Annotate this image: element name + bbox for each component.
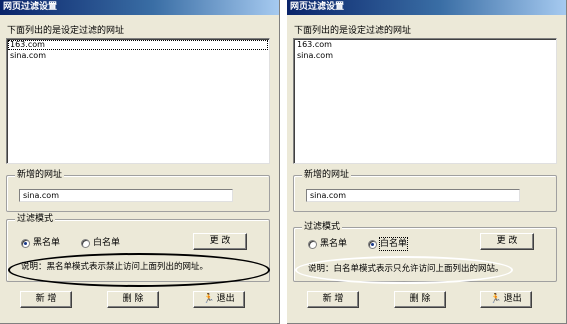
delete-button[interactable]: 删 除: [107, 291, 159, 308]
radio-whitelist[interactable]: 白名单: [81, 237, 120, 249]
filter-settings-dialog-blacklist: 网页过滤设置 下面列出的是设定过滤的网址 163.com sina.com 新增…: [0, 0, 280, 324]
radio-label: 黑名单: [33, 238, 61, 248]
exit-label: 退出: [216, 294, 235, 304]
group-title: 新增的网址: [302, 169, 352, 181]
dialog-title: 网页过滤设置: [287, 0, 566, 15]
filtered-url-list[interactable]: 163.com sina.com: [6, 38, 270, 164]
new-url-input[interactable]: sina.com: [19, 189, 233, 202]
add-button[interactable]: 新 增: [307, 291, 359, 308]
running-man-icon: 🏃: [203, 294, 215, 304]
radio-label: 黑名单: [320, 239, 348, 249]
exit-button[interactable]: 🏃 退出: [193, 291, 245, 308]
radio-button[interactable]: [308, 239, 317, 249]
list-item[interactable]: 163.com: [8, 40, 268, 50]
group-title: 过滤模式: [15, 213, 56, 225]
running-man-icon: 🏃: [490, 294, 502, 304]
exit-button[interactable]: 🏃 退出: [480, 291, 532, 308]
list-label: 下面列出的是设定过滤的网址: [7, 26, 125, 36]
radio-whitelist[interactable]: 白名单: [368, 237, 409, 251]
add-button[interactable]: 新 增: [20, 291, 72, 308]
delete-button[interactable]: 删 除: [394, 291, 446, 308]
dialog-title: 网页过滤设置: [0, 0, 279, 15]
new-url-group: 新增的网址 sina.com: [6, 169, 270, 212]
filtered-url-list[interactable]: 163.com sina.com: [293, 38, 557, 164]
group-title: 过滤模式: [302, 221, 343, 233]
radio-label: 白名单: [378, 237, 409, 251]
highlight-ellipse: [295, 256, 513, 284]
radio-button[interactable]: [81, 238, 90, 248]
list-item[interactable]: sina.com: [8, 51, 268, 61]
radio-button-checked[interactable]: [368, 239, 377, 249]
exit-label: 退出: [503, 294, 522, 304]
radio-label: 白名单: [93, 238, 121, 248]
new-url-group: 新增的网址 sina.com: [293, 169, 557, 212]
list-item[interactable]: 163.com: [295, 40, 555, 50]
radio-blacklist[interactable]: 黑名单: [21, 237, 60, 249]
change-button[interactable]: 更 改: [193, 233, 247, 250]
filter-settings-dialog-whitelist: 网页过滤设置 下面列出的是设定过滤的网址 163.com sina.com 新增…: [287, 0, 567, 324]
highlight-ellipse: [8, 253, 270, 287]
group-title: 新增的网址: [15, 169, 65, 181]
radio-button-checked[interactable]: [21, 238, 30, 248]
new-url-input[interactable]: sina.com: [306, 189, 520, 202]
list-item[interactable]: sina.com: [295, 51, 555, 61]
radio-blacklist[interactable]: 黑名单: [308, 238, 347, 250]
change-button[interactable]: 更 改: [480, 233, 534, 250]
list-label: 下面列出的是设定过滤的网址: [294, 26, 412, 36]
